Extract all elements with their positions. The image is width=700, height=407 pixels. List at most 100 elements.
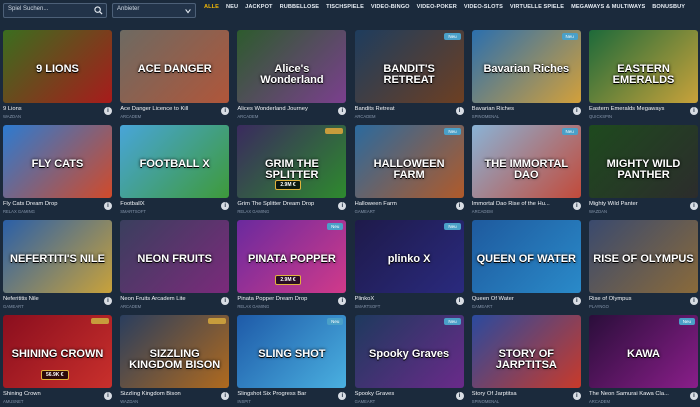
- game-card[interactable]: plinko X Neu PlinkoX SMARTSOFT i: [354, 220, 464, 312]
- info-icon[interactable]: i: [572, 392, 581, 400]
- game-card[interactable]: KAWA Neu The Neon Samurai Kawa Cla... ARCAD…: [589, 315, 698, 407]
- info-icon[interactable]: i: [221, 297, 230, 305]
- game-card[interactable]: MIGHTY WILD PANTHER Mighty Wild Panter WAZ…: [589, 125, 698, 217]
- game-thumbnail[interactable]: STORY OF JARPTITSA: [471, 315, 581, 388]
- tab-jackpot[interactable]: JACKPOT: [245, 4, 272, 10]
- tab-megaways-multiways[interactable]: MEGAWAYS & MULTIWAYS: [571, 4, 645, 10]
- tab-neu[interactable]: NEU: [226, 4, 238, 10]
- info-icon[interactable]: i: [221, 107, 230, 115]
- tab-video-slots[interactable]: VIDEO-SLOTS: [464, 4, 503, 10]
- game-card[interactable]: Spooky Graves Neu Spooky Graves GAMEART i: [354, 315, 464, 407]
- game-thumbnail[interactable]: plinko X Neu: [354, 220, 464, 293]
- game-thumbnail[interactable]: FOOTBALL X: [120, 125, 230, 198]
- game-card[interactable]: EASTERN EMERALDS Eastern Emeralds Megaway…: [589, 30, 698, 122]
- game-thumbnail[interactable]: 9 LIONS: [3, 30, 112, 103]
- info-icon[interactable]: i: [572, 202, 581, 210]
- game-title: Shining Crown: [3, 391, 41, 397]
- info-icon[interactable]: i: [338, 107, 347, 115]
- provider-select[interactable]: Anbieter: [112, 3, 196, 18]
- game-thumbnail[interactable]: Spooky Graves Neu: [354, 315, 464, 388]
- game-provider: PLAYNGO: [589, 304, 609, 309]
- game-card[interactable]: Bavarian Riches Neu Bavarian Riches SPINOME…: [471, 30, 581, 122]
- tab-bonusbuy[interactable]: BONUSBUY: [652, 4, 685, 10]
- game-card[interactable]: SLING SHOT Neu Slingshot Six Progress Bar I…: [237, 315, 347, 407]
- game-thumbnail[interactable]: NEON FRUITS: [120, 220, 230, 293]
- game-card[interactable]: SIZZLING KINGDOM BISON Sizzling Kingdom B…: [120, 315, 230, 407]
- new-badge: Neu: [561, 33, 578, 40]
- game-card[interactable]: RISE OF OLYMPUS Rise of Olympus PLAYNGO i: [589, 220, 698, 312]
- info-icon[interactable]: i: [104, 107, 112, 115]
- info-icon[interactable]: i: [455, 202, 464, 210]
- game-thumbnail[interactable]: SHINING CROWN 56.9K €: [3, 315, 112, 388]
- game-thumbnail[interactable]: Bavarian Riches Neu: [471, 30, 581, 103]
- game-card[interactable]: SHINING CROWN 56.9K € Shining Crown AMUSNET…: [3, 315, 112, 407]
- game-card[interactable]: BANDIT'S RETREAT Neu Bandits Retreat ARCADE…: [354, 30, 464, 122]
- game-card[interactable]: QUEEN OF WATER Queen Of Water GAMEART i: [471, 220, 581, 312]
- game-title: Story Of Jarptitsa: [471, 391, 517, 397]
- tab-alle[interactable]: ALLE: [204, 4, 219, 10]
- new-badge: Neu: [444, 223, 461, 230]
- info-icon[interactable]: i: [104, 297, 112, 305]
- game-logo-text: FLY CATS: [31, 158, 84, 170]
- game-thumbnail[interactable]: QUEEN OF WATER: [471, 220, 581, 293]
- info-icon[interactable]: i: [221, 392, 230, 400]
- game-thumbnail[interactable]: MIGHTY WILD PANTHER: [589, 125, 698, 198]
- info-icon[interactable]: i: [455, 297, 464, 305]
- game-thumbnail[interactable]: SLING SHOT Neu: [237, 315, 347, 388]
- game-card[interactable]: 9 LIONS 9 Lions WAZDAN i: [3, 30, 112, 122]
- game-card[interactable]: PINATA POPPER Neu 2.9M € Pinata Popper Drea…: [237, 220, 347, 312]
- info-icon[interactable]: i: [104, 202, 112, 210]
- info-icon[interactable]: i: [338, 202, 347, 210]
- game-thumbnail[interactable]: KAWA Neu: [589, 315, 698, 388]
- game-thumbnail[interactable]: ACE DANGER: [120, 30, 230, 103]
- game-card[interactable]: THE IMMORTAL DAO Neu Immortal Dao Rise of …: [471, 125, 581, 217]
- game-card[interactable]: STORY OF JARPTITSA Story Of Jarptitsa SPIN…: [471, 315, 581, 407]
- info-icon[interactable]: i: [455, 392, 464, 400]
- game-thumbnail[interactable]: BANDIT'S RETREAT Neu: [354, 30, 464, 103]
- info-icon[interactable]: i: [690, 202, 698, 210]
- search-input[interactable]: Spiel Suchen...: [3, 3, 107, 18]
- info-icon[interactable]: i: [338, 297, 347, 305]
- info-icon[interactable]: i: [104, 392, 112, 400]
- info-icon[interactable]: i: [455, 107, 464, 115]
- game-logo-text: NEON FRUITS: [137, 253, 212, 265]
- game-thumbnail[interactable]: PINATA POPPER Neu 2.9M €: [237, 220, 347, 293]
- info-icon[interactable]: i: [690, 392, 698, 400]
- tab-tischspiele[interactable]: TISCHSPIELE: [326, 4, 364, 10]
- info-icon[interactable]: i: [338, 392, 347, 400]
- game-card[interactable]: ACE DANGER Ace Danger Licence to Kill ARCA…: [120, 30, 230, 122]
- info-icon[interactable]: i: [572, 107, 581, 115]
- info-icon[interactable]: i: [690, 107, 698, 115]
- game-thumbnail[interactable]: GRIM THE SPLITTER 2.9M €: [237, 125, 347, 198]
- game-title: Neferititis Nile: [3, 296, 39, 302]
- game-thumbnail[interactable]: EASTERN EMERALDS: [589, 30, 698, 103]
- game-card[interactable]: GRIM THE SPLITTER 2.9M € Grim The Splitter…: [237, 125, 347, 217]
- game-thumbnail[interactable]: RISE OF OLYMPUS: [589, 220, 698, 293]
- game-provider: GAMEART: [354, 399, 376, 404]
- info-icon[interactable]: i: [572, 297, 581, 305]
- game-title: Halloween Farm: [354, 201, 397, 207]
- game-card[interactable]: FLY CATS Fly Cats Dream Drop RELAX GAMING i: [3, 125, 112, 217]
- game-card[interactable]: NEFERTITI'S NILE Neferititis Nile GAMEART i: [3, 220, 112, 312]
- game-thumbnail[interactable]: Alice's Wonderland: [237, 30, 347, 103]
- game-title: Eastern Emeralds Megaways: [589, 106, 665, 112]
- tab-rubbellose[interactable]: RUBBELLOSE: [280, 4, 320, 10]
- game-thumbnail[interactable]: THE IMMORTAL DAO Neu: [471, 125, 581, 198]
- info-icon[interactable]: i: [221, 202, 230, 210]
- info-icon[interactable]: i: [690, 297, 698, 305]
- tab-video-bingo[interactable]: VIDEO-BINGO: [371, 4, 410, 10]
- tab-video-poker[interactable]: VIDEO-POKER: [417, 4, 457, 10]
- new-badge: Neu: [678, 318, 695, 325]
- game-thumbnail[interactable]: SIZZLING KINGDOM BISON: [120, 315, 230, 388]
- tab-virtuelle-spiele[interactable]: VIRTUELLE SPIELE: [510, 4, 564, 10]
- game-thumbnail[interactable]: FLY CATS: [3, 125, 112, 198]
- game-thumbnail[interactable]: HALLOWEEN FARM Neu: [354, 125, 464, 198]
- game-card[interactable]: HALLOWEEN FARM Neu Halloween Farm GAMEART i: [354, 125, 464, 217]
- game-thumbnail[interactable]: NEFERTITI'S NILE: [3, 220, 112, 293]
- game-title: Bavarian Riches: [471, 106, 515, 112]
- game-card[interactable]: NEON FRUITS Neon Fruits Arcadem Lite ARCAD…: [120, 220, 230, 312]
- game-card[interactable]: Alice's Wonderland Alices Wonderland Jour…: [237, 30, 347, 122]
- game-card[interactable]: FOOTBALL X FootballX SMARTSOFT i: [120, 125, 230, 217]
- jackpot-amount: 2.9M €: [275, 275, 301, 285]
- search-icon[interactable]: [94, 6, 103, 15]
